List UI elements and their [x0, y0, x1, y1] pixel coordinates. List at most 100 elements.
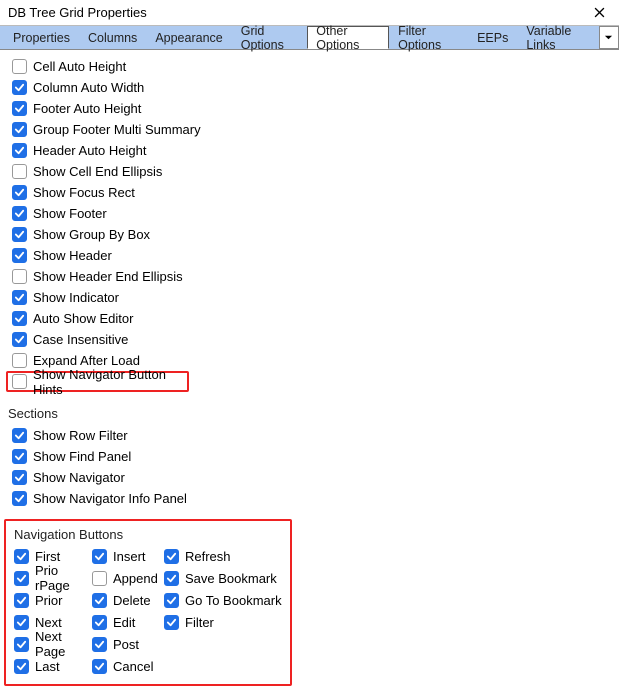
tab-properties[interactable]: Properties [4, 26, 79, 49]
close-button[interactable] [585, 3, 613, 23]
checkbox-unchecked-icon[interactable] [12, 269, 27, 284]
tab-grid-options[interactable]: Grid Options [232, 26, 308, 49]
checkbox-checked-icon[interactable] [12, 227, 27, 242]
nav-button-label: Go To Bookmark [185, 593, 282, 608]
section-row[interactable]: Show Row Filter [10, 425, 609, 446]
checkbox-checked-icon[interactable] [12, 248, 27, 263]
checkbox-checked-icon[interactable] [14, 637, 29, 652]
checkbox-checked-icon[interactable] [12, 80, 27, 95]
checkbox-unchecked-icon[interactable] [12, 59, 27, 74]
checkbox-checked-icon[interactable] [164, 593, 179, 608]
tab-dropdown-button[interactable] [599, 26, 619, 49]
tab-eeps[interactable]: EEPs [468, 26, 517, 49]
checkbox-checked-icon[interactable] [12, 143, 27, 158]
checkbox-checked-icon[interactable] [12, 290, 27, 305]
checkbox-checked-icon[interactable] [12, 185, 27, 200]
checkbox-checked-icon[interactable] [92, 637, 107, 652]
section-label: Show Navigator [33, 470, 125, 485]
option-label: Header Auto Height [33, 143, 146, 158]
nav-button-option[interactable]: Go To Bookmark [164, 590, 284, 610]
checkbox-checked-icon[interactable] [12, 101, 27, 116]
tab-variable-links[interactable]: Variable Links [517, 26, 599, 49]
content-panel: Cell Auto Height Column Auto WidthFooter … [0, 50, 619, 696]
checkbox-unchecked-icon[interactable] [92, 571, 107, 586]
checkbox-checked-icon[interactable] [12, 206, 27, 221]
nav-button-option[interactable]: Append [92, 568, 164, 588]
nav-button-option[interactable]: Next Page [14, 634, 92, 654]
checkbox-checked-icon[interactable] [14, 549, 29, 564]
option-row[interactable]: Show Cell End Ellipsis [10, 161, 609, 182]
option-row[interactable]: Header Auto Height [10, 140, 609, 161]
nav-button-option[interactable]: Prio rPage [14, 568, 92, 588]
nav-button-option[interactable]: Filter [164, 612, 284, 632]
nav-button-label: Refresh [185, 549, 231, 564]
nav-empty-cell [164, 656, 284, 676]
nav-button-label: Filter [185, 615, 214, 630]
navigation-buttons-group: Navigation Buttons FirstInsertRefreshPri… [4, 519, 292, 686]
checkbox-checked-icon[interactable] [92, 615, 107, 630]
sections-heading: Sections [8, 406, 609, 421]
checkbox-unchecked-icon[interactable] [12, 164, 27, 179]
nav-button-option[interactable]: Edit [92, 612, 164, 632]
tab-filter-options[interactable]: Filter Options [389, 26, 468, 49]
checkbox-checked-icon[interactable] [92, 549, 107, 564]
nav-button-option[interactable]: Save Bookmark [164, 568, 284, 588]
nav-button-option[interactable]: Last [14, 656, 92, 676]
option-row[interactable]: Show Header [10, 245, 609, 266]
checkbox-checked-icon[interactable] [14, 571, 29, 586]
tab-columns[interactable]: Columns [79, 26, 146, 49]
nav-button-option[interactable]: Delete [92, 590, 164, 610]
option-row[interactable]: Show Footer [10, 203, 609, 224]
checkbox-checked-icon[interactable] [12, 470, 27, 485]
option-row[interactable]: Show Group By Box [10, 224, 609, 245]
section-row[interactable]: Show Find Panel [10, 446, 609, 467]
nav-button-option[interactable]: Prior [14, 590, 92, 610]
nav-empty-cell [164, 634, 284, 654]
option-label: Show Cell End Ellipsis [33, 164, 162, 179]
tabbar: PropertiesColumnsAppearanceGrid OptionsO… [0, 26, 619, 50]
checkbox-checked-icon[interactable] [92, 659, 107, 674]
checkbox-checked-icon[interactable] [14, 659, 29, 674]
checkbox-checked-icon[interactable] [14, 615, 29, 630]
checkbox-checked-icon[interactable] [12, 332, 27, 347]
close-icon [594, 7, 605, 18]
checkbox-checked-icon[interactable] [12, 491, 27, 506]
option-label: Cell Auto Height [33, 59, 126, 74]
option-row[interactable]: Column Auto Width [10, 77, 609, 98]
option-label: Group Footer Multi Summary [33, 122, 201, 137]
checkbox-checked-icon[interactable] [12, 428, 27, 443]
nav-button-label: Prio rPage [35, 563, 92, 593]
option-row[interactable]: Footer Auto Height [10, 98, 609, 119]
nav-button-option[interactable]: Post [92, 634, 164, 654]
checkbox-checked-icon[interactable] [164, 549, 179, 564]
checkbox-checked-icon[interactable] [164, 615, 179, 630]
tab-appearance[interactable]: Appearance [146, 26, 231, 49]
nav-button-label: Insert [113, 549, 146, 564]
checkbox-checked-icon[interactable] [12, 311, 27, 326]
option-row[interactable]: Show Navigator Button Hints [6, 371, 189, 392]
option-row[interactable]: Show Header End Ellipsis [10, 266, 609, 287]
option-row[interactable]: Group Footer Multi Summary [10, 119, 609, 140]
tab-other-options[interactable]: Other Options [307, 26, 389, 49]
checkbox-checked-icon[interactable] [12, 449, 27, 464]
checkbox-checked-icon[interactable] [92, 593, 107, 608]
nav-button-option[interactable]: Refresh [164, 546, 284, 566]
option-label: Show Header [33, 248, 112, 263]
option-label: Show Group By Box [33, 227, 150, 242]
section-row[interactable]: Show Navigator Info Panel [10, 488, 609, 509]
checkbox-checked-icon[interactable] [164, 571, 179, 586]
checkbox-checked-icon[interactable] [14, 593, 29, 608]
titlebar: DB Tree Grid Properties [0, 0, 619, 26]
option-row[interactable]: Case Insensitive [10, 329, 609, 350]
option-row[interactable]: Show Indicator [10, 287, 609, 308]
option-row[interactable]: Show Focus Rect [10, 182, 609, 203]
option-row[interactable]: Cell Auto Height [10, 56, 609, 77]
checkbox-checked-icon[interactable] [12, 122, 27, 137]
nav-button-option[interactable]: Insert [92, 546, 164, 566]
section-row[interactable]: Show Navigator [10, 467, 609, 488]
checkbox-unchecked-icon[interactable] [12, 353, 27, 368]
checkbox-unchecked-icon[interactable] [12, 374, 27, 389]
nav-button-option[interactable]: Cancel [92, 656, 164, 676]
option-row[interactable]: Auto Show Editor [10, 308, 609, 329]
nav-button-label: Next [35, 615, 62, 630]
